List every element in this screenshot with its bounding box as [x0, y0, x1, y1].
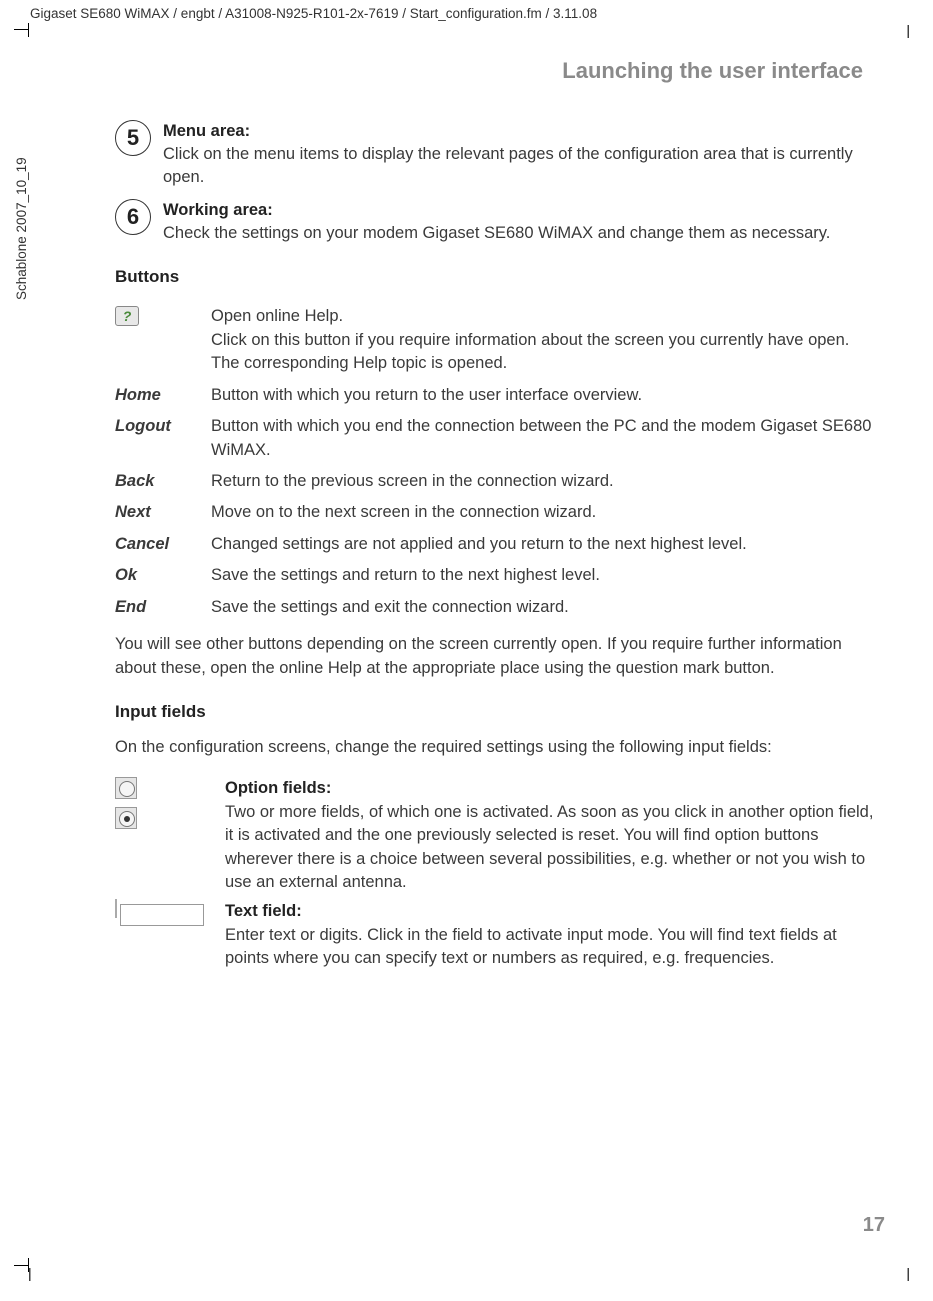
option-fields-lead: Option fields:: [225, 779, 331, 797]
button-desc: Return to the previous screen in the con…: [211, 466, 875, 497]
button-desc: Save the settings and exit the connectio…: [211, 592, 875, 623]
step-number-6: 6: [115, 199, 151, 235]
page-number: 17: [863, 1214, 885, 1237]
help-icon: ?: [115, 306, 139, 326]
button-desc: Changed settings are not applied and you…: [211, 529, 875, 560]
step-6-lead: Working area:: [163, 201, 273, 219]
radio-selected-icon: [115, 807, 137, 829]
button-name-back: Back: [115, 466, 211, 497]
table-row: ? Open online Help. Click on this button…: [115, 301, 875, 379]
button-name-cancel: Cancel: [115, 529, 211, 560]
button-name-next: Next: [115, 497, 211, 528]
button-desc: Move on to the next screen in the connec…: [211, 497, 875, 528]
buttons-heading: Buttons: [115, 267, 875, 287]
input-fields-heading: Input fields: [115, 702, 875, 722]
button-desc: Button with which you end the connection…: [211, 411, 875, 466]
option-fields-body: Two or more fields, of which one is acti…: [225, 803, 873, 891]
step-5-lead: Menu area:: [163, 122, 250, 140]
button-name-ok: Ok: [115, 560, 211, 591]
step-number-5: 5: [115, 120, 151, 156]
button-name-logout: Logout: [115, 411, 211, 466]
text-field-body: Enter text or digits. Click in the field…: [225, 926, 837, 967]
table-row: Ok Save the settings and return to the n…: [115, 560, 875, 591]
button-name-home: Home: [115, 380, 211, 411]
button-desc: Button with which you return to the user…: [211, 380, 875, 411]
table-row: Home Button with which you return to the…: [115, 380, 875, 411]
crop-tick: [28, 1258, 29, 1272]
button-name-end: End: [115, 592, 211, 623]
crop-tick: [28, 23, 29, 37]
page-content: Launching the user interface 5 Menu area…: [115, 58, 875, 971]
button-desc: Save the settings and return to the next…: [211, 560, 875, 591]
step-6-body: Check the settings on your modem Gigaset…: [163, 224, 830, 242]
table-row: Next Move on to the next screen in the c…: [115, 497, 875, 528]
text-field-lead: Text field:: [225, 902, 302, 920]
chapter-title: Launching the user interface: [115, 58, 875, 84]
doc-header-path: Gigaset SE680 WiMAX / engbt / A31008-N92…: [30, 6, 597, 21]
crop-mark-bottom-right: |: [906, 1265, 910, 1281]
radio-unselected-icon: [115, 777, 137, 799]
input-fields-intro: On the configuration screens, change the…: [115, 736, 875, 759]
button-desc: Open online Help. Click on this button i…: [211, 301, 875, 379]
step-5-body: Click on the menu items to display the r…: [163, 145, 853, 186]
text-field-icon: [115, 899, 117, 918]
buttons-table: ? Open online Help. Click on this button…: [115, 301, 875, 623]
crop-mark-top-right: |: [906, 22, 910, 38]
buttons-note: You will see other buttons depending on …: [115, 633, 875, 680]
template-stamp: Schablone 2007_10_19: [14, 157, 29, 300]
table-row: End Save the settings and exit the conne…: [115, 592, 875, 623]
step-6: 6 Working area: Check the settings on yo…: [115, 199, 875, 245]
crop-tick: [14, 29, 28, 30]
table-row: Back Return to the previous screen in th…: [115, 466, 875, 497]
table-row: Cancel Changed settings are not applied …: [115, 529, 875, 560]
crop-tick: [14, 1265, 28, 1266]
option-fields-block: Option fields: Two or more fields, of wh…: [115, 777, 875, 894]
step-5: 5 Menu area: Click on the menu items to …: [115, 120, 875, 189]
text-field-block: Text field: Enter text or digits. Click …: [115, 900, 875, 970]
table-row: Logout Button with which you end the con…: [115, 411, 875, 466]
